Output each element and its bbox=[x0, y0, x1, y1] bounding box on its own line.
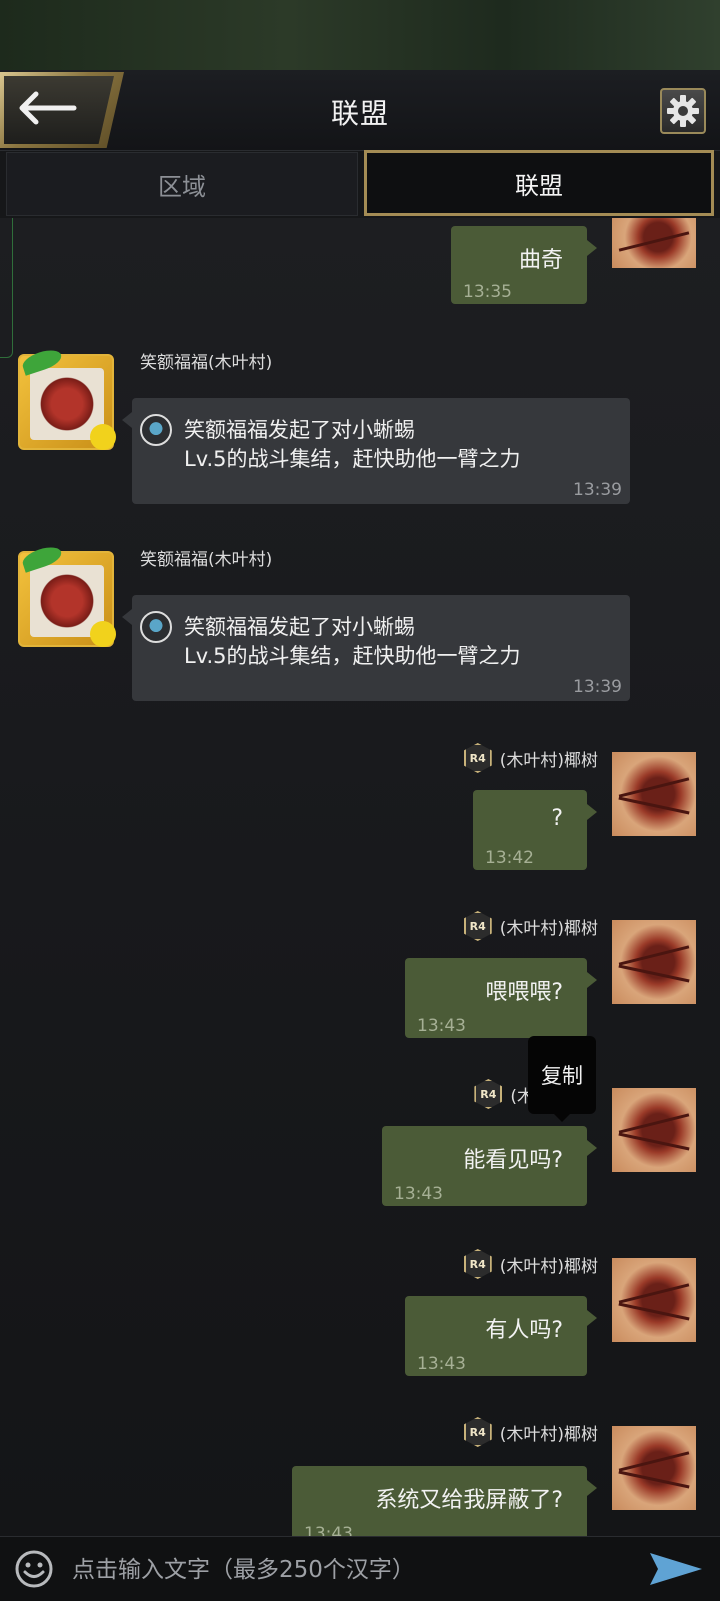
sender-nameplate: R4 (木叶村)椰树 bbox=[463, 1416, 598, 1448]
chat-input[interactable] bbox=[70, 1549, 614, 1591]
avatar[interactable] bbox=[612, 1258, 696, 1342]
page-title: 联盟 bbox=[330, 97, 389, 130]
message-text: 笑额福福发起了对小蜥蜴 bbox=[184, 418, 415, 442]
message-bubble[interactable]: 系统又给我屏蔽了? 13:43 bbox=[292, 1466, 597, 1536]
tab-region[interactable]: 区域 bbox=[6, 152, 358, 216]
message-bubble[interactable]: 喂喂喂? 13:43 bbox=[405, 958, 597, 1038]
message-time: 13:43 bbox=[417, 1016, 466, 1036]
chat-scroll-area[interactable]: 曲奇 13:35 笑额福福(木叶村) 笑额福福发起了对小蜥蜴 Lv.5的战斗集结… bbox=[0, 218, 720, 1536]
message-bubble[interactable]: ? 13:42 bbox=[473, 790, 597, 870]
emoji-icon[interactable] bbox=[14, 1549, 54, 1589]
rank-badge-icon: R4 bbox=[463, 1417, 492, 1447]
rank-badge-icon: R4 bbox=[463, 743, 492, 773]
message-text: 笑额福福发起了对小蜥蜴 bbox=[184, 615, 415, 639]
avatar[interactable] bbox=[18, 543, 116, 647]
message-text: 能看见吗? bbox=[463, 1148, 563, 1173]
sender-nameplate: R4 (木 bbox=[474, 1078, 534, 1110]
header-bar: 联盟 bbox=[0, 70, 720, 151]
system-message-bubble[interactable]: 笑额福福发起了对小蜥蜴 Lv.5的战斗集结，赶快助他一臂之力 13:39 bbox=[122, 595, 630, 701]
avatar[interactable] bbox=[612, 920, 696, 1004]
message-text: Lv.5的战斗集结，赶快助他一臂之力 bbox=[184, 447, 521, 471]
rank-badge-icon: R4 bbox=[474, 1079, 503, 1109]
message-bubble[interactable]: 曲奇 13:35 bbox=[451, 226, 597, 304]
sender-nameplate: R4 (木叶村)椰树 bbox=[463, 910, 598, 942]
message-time: 13:35 bbox=[463, 282, 512, 302]
sender-nameplate: R4 (木叶村)椰树 bbox=[463, 1248, 598, 1280]
settings-button[interactable] bbox=[660, 88, 706, 134]
avatar[interactable] bbox=[18, 346, 116, 450]
system-message-bubble[interactable]: 笑额福福发起了对小蜥蜴 Lv.5的战斗集结，赶快助他一臂之力 13:39 bbox=[122, 398, 630, 504]
tab-alliance[interactable]: 联盟 bbox=[364, 150, 714, 216]
avatar[interactable] bbox=[612, 1426, 696, 1510]
gear-icon bbox=[667, 95, 699, 127]
message-bubble[interactable]: 有人吗? 13:43 bbox=[405, 1296, 597, 1376]
message-time: 13:43 bbox=[394, 1184, 443, 1204]
rank-badge-icon: R4 bbox=[463, 911, 492, 941]
message-text: 有人吗? bbox=[485, 1318, 563, 1343]
sender-name: 笑额福福(木叶村) bbox=[140, 550, 273, 570]
sender-name: (木叶村)椰树 bbox=[499, 1424, 598, 1445]
send-icon[interactable] bbox=[648, 1551, 704, 1587]
message-time: 13:39 bbox=[573, 480, 622, 500]
message-text: 喂喂喂? bbox=[485, 980, 563, 1005]
avatar[interactable] bbox=[612, 1088, 696, 1172]
avatar[interactable] bbox=[612, 218, 696, 268]
channel-tabs: 区域 联盟 bbox=[0, 150, 720, 218]
sender-name: 笑额福福(木叶村) bbox=[140, 353, 273, 373]
message-text: Lv.5的战斗集结，赶快助他一臂之力 bbox=[184, 644, 521, 668]
game-background-strip bbox=[0, 0, 720, 70]
avatar[interactable] bbox=[612, 752, 696, 836]
message-time: 13:42 bbox=[485, 848, 534, 868]
message-bubble[interactable]: 能看见吗? 13:43 bbox=[382, 1126, 597, 1206]
sender-name: (木叶村)椰树 bbox=[499, 750, 598, 771]
side-panel-handle[interactable] bbox=[0, 218, 13, 358]
message-time: 13:39 bbox=[573, 677, 622, 697]
message-text: 曲奇 bbox=[518, 248, 563, 273]
message-text: ? bbox=[551, 806, 563, 831]
message-text: 系统又给我屏蔽了? bbox=[375, 1488, 563, 1513]
sender-nameplate: R4 (木叶村)椰树 bbox=[463, 742, 598, 774]
sender-name: (木叶村)椰树 bbox=[499, 1256, 598, 1277]
message-time: 13:43 bbox=[304, 1524, 353, 1536]
rally-icon bbox=[140, 611, 172, 643]
message-time: 13:43 bbox=[417, 1354, 466, 1374]
copy-menu-item[interactable]: 复制 bbox=[528, 1036, 596, 1122]
rally-icon bbox=[140, 414, 172, 446]
input-bar bbox=[0, 1536, 720, 1601]
rank-badge-icon: R4 bbox=[463, 1249, 492, 1279]
sender-name: (木叶村)椰树 bbox=[499, 918, 598, 939]
